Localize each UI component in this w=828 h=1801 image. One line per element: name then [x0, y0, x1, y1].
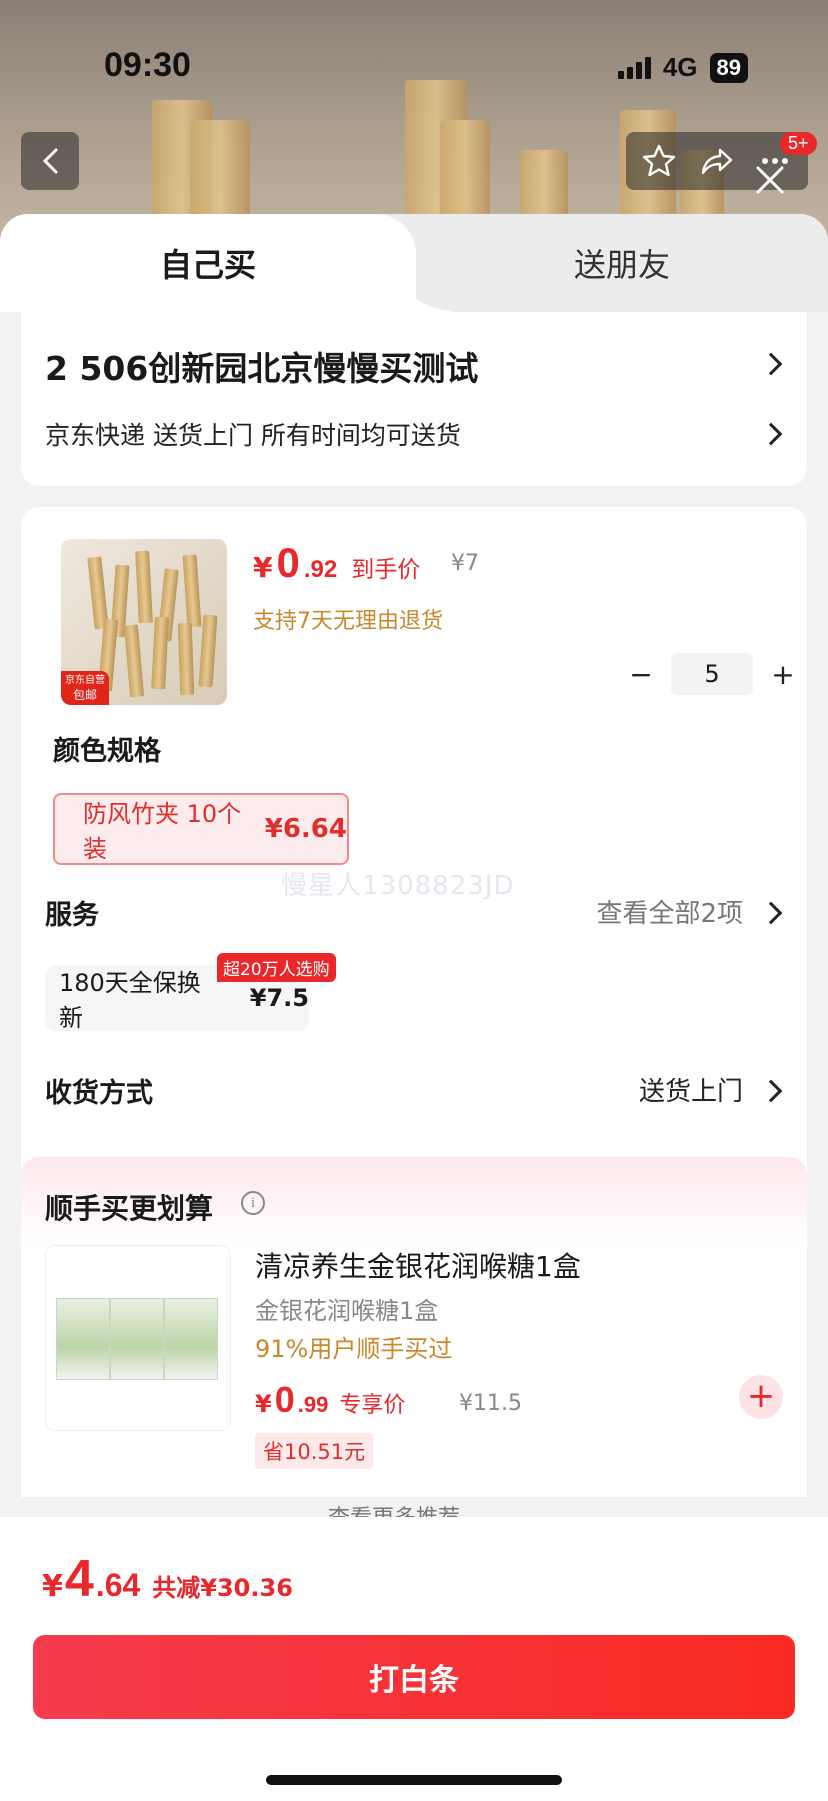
- battery-level: 89: [709, 52, 748, 83]
- back-button[interactable]: [21, 132, 79, 190]
- chevron-right-icon: [759, 352, 783, 376]
- recommend-price: ¥0.99 专享价: [255, 1379, 406, 1420]
- tab-self[interactable]: 自己买: [0, 214, 452, 312]
- signal-icon: [617, 56, 651, 79]
- checkout-bar: ¥4.64 共减¥30.36 打白条: [0, 1517, 828, 1801]
- status-time: 09:30: [104, 46, 191, 84]
- recommend-original-price: ¥11.5: [459, 1391, 522, 1416]
- spec-option[interactable]: 防风竹夹 10个装 ¥6.64: [53, 793, 349, 865]
- product-image: 京东自营 包邮: [61, 539, 227, 705]
- product-price: ¥0.92 到手价: [253, 539, 421, 586]
- recommend-product-name[interactable]: 清凉养生金银花润喉糖1盒: [255, 1245, 581, 1285]
- service-label: 服务: [45, 900, 99, 931]
- purchase-tabs: 送朋友 自己买: [0, 214, 828, 312]
- chevron-right-icon: [759, 901, 783, 925]
- pay-baitiao-button[interactable]: 打白条: [33, 1635, 795, 1719]
- add-recommend-button[interactable]: +: [739, 1375, 783, 1419]
- recommend-product-image: [45, 1245, 231, 1431]
- recommend-saving: 省10.51元: [255, 1433, 374, 1469]
- chevron-right-icon: [759, 422, 783, 446]
- increase-button[interactable]: +: [753, 658, 813, 691]
- recommend-title: 顺手买更划算: [45, 1192, 214, 1225]
- watermark: 慢星人1308823JD: [281, 871, 515, 901]
- service-name: 180天全保换新: [59, 969, 201, 1032]
- service-view-all[interactable]: 查看全部2项: [596, 893, 743, 930]
- network-type: 4G: [662, 52, 698, 82]
- spec-option-name: 防风竹夹 10个装: [83, 800, 242, 863]
- notification-badge: 5+: [780, 132, 817, 155]
- info-icon[interactable]: i: [241, 1191, 265, 1215]
- service-popular-tag: 超20万人选购: [217, 953, 336, 982]
- star-icon[interactable]: [640, 142, 678, 180]
- chevron-right-icon: [759, 1079, 783, 1103]
- decrease-button[interactable]: −: [611, 658, 671, 691]
- spec-option-price: ¥6.64: [264, 814, 347, 844]
- delivery-info: 京东快递 送货上门 所有时间均可送货: [45, 421, 461, 450]
- home-indicator: [266, 1775, 562, 1785]
- address-title: 2 506创新园北京慢慢买测试: [45, 349, 479, 388]
- service-price: ¥7.5: [249, 984, 309, 1012]
- recommend-product-spec: 金银花润喉糖1盒: [255, 1297, 439, 1325]
- recommend-purchase-rate: 91%用户顺手买过: [255, 1335, 453, 1363]
- delivery-method-value[interactable]: 送货上门: [639, 1071, 743, 1108]
- spec-label: 颜色规格: [53, 736, 161, 767]
- total-price: ¥4.64 共减¥30.36: [42, 1550, 293, 1608]
- quantity-stepper: − 5 +: [611, 653, 813, 695]
- delivery-method-label: 收货方式: [45, 1078, 153, 1109]
- share-icon[interactable]: [698, 142, 736, 180]
- original-price: ¥7: [451, 551, 479, 576]
- quantity-input[interactable]: 5: [671, 653, 753, 695]
- tab-gift[interactable]: 送朋友: [416, 214, 828, 312]
- recommend-card: 顺手买更划算 i 清凉养生金银花润喉糖1盒 金银花润喉糖1盒 91%用户顺手买过…: [21, 1157, 807, 1497]
- close-icon[interactable]: [752, 162, 788, 198]
- return-policy: 支持7天无理由退货: [253, 609, 443, 634]
- address-card[interactable]: 2 506创新园北京慢慢买测试 京东快递 送货上门 所有时间均可送货: [21, 312, 807, 486]
- jd-self-operated-tag: 京东自营 包邮: [61, 671, 109, 705]
- chevron-left-icon: [42, 148, 58, 174]
- status-indicators: 4G 89: [617, 52, 748, 83]
